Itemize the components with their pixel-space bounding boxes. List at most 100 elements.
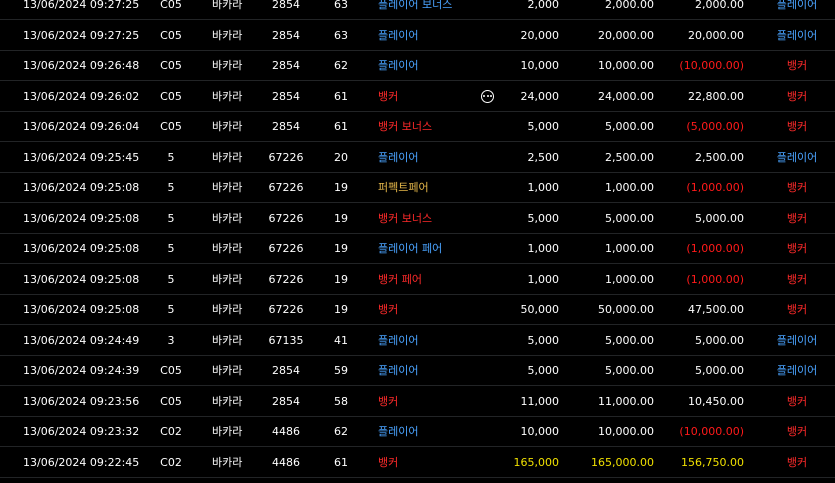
- hand-number-cell: 61: [334, 455, 348, 469]
- valid-bet-cell: 2,000.00: [605, 0, 654, 11]
- table-id-cell: C05: [160, 0, 182, 11]
- game-name-cell: 바카라: [212, 150, 243, 164]
- table-id-cell: 5: [167, 242, 175, 255]
- result-cell: 플레이어: [776, 150, 818, 164]
- win-loss-cell: 2,500.00: [695, 150, 744, 164]
- table-row: 13/06/2024 09:26:04 C05 바카라 2854 61 뱅커 보너스 5,0…: [0, 112, 835, 142]
- bet-amount-cell: 2,000: [527, 0, 560, 11]
- time-cell: 13/06/2024 09:25:08: [23, 303, 140, 316]
- valid-bet-cell: 11,000.00: [598, 394, 654, 408]
- hand-number-cell: 19: [334, 211, 348, 225]
- bet-type-cell: 플레이어: [378, 150, 419, 164]
- game-name-cell: 바카라: [212, 211, 243, 225]
- time-cell: 13/06/2024 09:22:45: [23, 455, 140, 469]
- bet-type-cell: 플레이어: [378, 59, 419, 72]
- bet-amount-cell: 5,000: [527, 120, 560, 133]
- bet-amount-cell: 1,000: [527, 242, 560, 255]
- win-loss-cell: 47,500.00: [688, 303, 744, 316]
- valid-bet-cell: 10,000.00: [598, 425, 654, 438]
- round-id-cell: 2854: [272, 0, 300, 11]
- valid-bet-cell: 1,000.00: [605, 272, 654, 286]
- game-name-cell: 바카라: [212, 59, 243, 72]
- game-name-cell: 바카라: [212, 303, 243, 316]
- bet-amount-cell: 165,000: [513, 455, 560, 469]
- valid-bet-cell: 24,000.00: [598, 89, 654, 103]
- win-loss-cell: (1,000.00): [686, 242, 744, 255]
- table-row: 13/06/2024 09:26:48 C05 바카라 2854 62 플레이어 10,00…: [0, 51, 835, 81]
- game-name-cell: 바카라: [212, 242, 243, 255]
- win-loss-cell: (5,000.00): [686, 120, 744, 133]
- bet-type-cell: 뱅커 보너스: [378, 211, 433, 225]
- win-loss-cell: (10,000.00): [679, 425, 744, 438]
- bet-amount-cell: 20,000: [520, 28, 560, 42]
- bet-amount-cell: 1,000: [527, 272, 560, 286]
- table-id-cell: 5: [167, 150, 175, 164]
- round-id-cell: 2854: [272, 364, 300, 377]
- result-cell: 뱅커: [786, 59, 808, 72]
- time-cell: 13/06/2024 09:25:08: [23, 242, 140, 255]
- result-cell: 플레이어: [776, 333, 818, 347]
- bet-type-cell: 뱅커: [378, 89, 399, 103]
- table-id-cell: 5: [167, 272, 175, 286]
- table-id-cell: C05: [160, 59, 182, 72]
- result-cell: 뱅커: [786, 181, 808, 194]
- time-cell: 13/06/2024 09:27:25: [23, 0, 140, 11]
- table-id-cell: 3: [167, 333, 175, 347]
- time-cell: 13/06/2024 09:26:02: [23, 89, 140, 103]
- game-name-cell: 바카라: [212, 394, 243, 408]
- time-cell: 13/06/2024 09:24:49: [23, 333, 140, 347]
- table-id-cell: C05: [160, 364, 182, 377]
- hand-number-cell: 62: [334, 59, 348, 72]
- time-cell: 13/06/2024 09:26:48: [23, 59, 140, 72]
- round-id-cell: 67226: [268, 181, 304, 194]
- time-cell: 13/06/2024 09:27:25: [23, 28, 140, 42]
- result-cell: 뱅커: [786, 242, 808, 255]
- hand-number-cell: 61: [334, 120, 348, 133]
- valid-bet-cell: 1,000.00: [605, 242, 654, 255]
- table-row: 13/06/2024 09:27:25 C05 바카라 2854 63 플레이어 20,00…: [0, 21, 835, 51]
- round-id-cell: 2854: [272, 89, 300, 103]
- game-name-cell: 바카라: [212, 28, 243, 42]
- bet-amount-cell: 10,000: [520, 425, 560, 438]
- win-loss-cell: 10,450.00: [688, 394, 744, 408]
- hand-number-cell: 19: [334, 181, 348, 194]
- table-row: 13/06/2024 09:26:02 C05 바카라 2854 61 뱅커 24,000 2…: [0, 82, 835, 112]
- bet-type-cell: 뱅커 보너스: [378, 120, 433, 133]
- bet-type-cell: 플레이어: [378, 28, 419, 42]
- table-id-cell: C05: [160, 394, 182, 408]
- win-loss-cell: (10,000.00): [679, 59, 744, 72]
- result-cell: 뱅커: [786, 455, 808, 469]
- table-row: 13/06/2024 09:25:08 5 바카라 67226 19 뱅커 50,000 50…: [0, 295, 835, 325]
- round-id-cell: 2854: [272, 394, 300, 408]
- time-cell: 13/06/2024 09:25:45: [23, 150, 140, 164]
- table-row: 13/06/2024 09:24:49 3 바카라 67135 41 플레이어 5,000 5…: [0, 326, 835, 356]
- hand-number-cell: 20: [334, 150, 348, 164]
- bet-type-cell: 플레이어 페어: [378, 242, 443, 255]
- hand-number-cell: 63: [334, 0, 348, 11]
- table-id-cell: C02: [160, 425, 182, 438]
- valid-bet-cell: 5,000.00: [605, 364, 654, 377]
- time-cell: 13/06/2024 09:23:32: [23, 425, 140, 438]
- bet-amount-cell: 1,000: [527, 181, 560, 194]
- valid-bet-cell: 5,000.00: [605, 211, 654, 225]
- bet-amount-cell: 11,000: [520, 394, 560, 408]
- bet-amount-cell: 2,500: [527, 150, 560, 164]
- win-loss-cell: 2,000.00: [695, 0, 744, 11]
- bet-amount-cell: 50,000: [520, 303, 560, 316]
- result-cell: 뱅커: [786, 89, 808, 103]
- game-name-cell: 바카라: [212, 364, 243, 377]
- result-cell: 뱅커: [786, 303, 808, 316]
- bet-amount-cell: 5,000: [527, 364, 560, 377]
- more-horizontal-icon[interactable]: [481, 89, 494, 103]
- bet-amount-cell: 10,000: [520, 59, 560, 72]
- win-loss-cell: 156,750.00: [681, 455, 744, 469]
- round-id-cell: 2854: [272, 28, 300, 42]
- table-row: 13/06/2024 09:25:45 5 바카라 67226 20 플레이어 2,500 2…: [0, 143, 835, 173]
- table-row: 13/06/2024 09:25:08 5 바카라 67226 19 퍼펙트페어 1,000…: [0, 173, 835, 203]
- win-loss-cell: 5,000.00: [695, 364, 744, 377]
- round-id-cell: 4486: [272, 455, 300, 469]
- round-id-cell: 67226: [268, 211, 304, 225]
- table-row: 13/06/2024 09:24:39 C05 바카라 2854 59 플레이어 5,000…: [0, 356, 835, 386]
- game-name-cell: 바카라: [212, 120, 243, 133]
- bet-type-cell: 플레이어: [378, 333, 419, 347]
